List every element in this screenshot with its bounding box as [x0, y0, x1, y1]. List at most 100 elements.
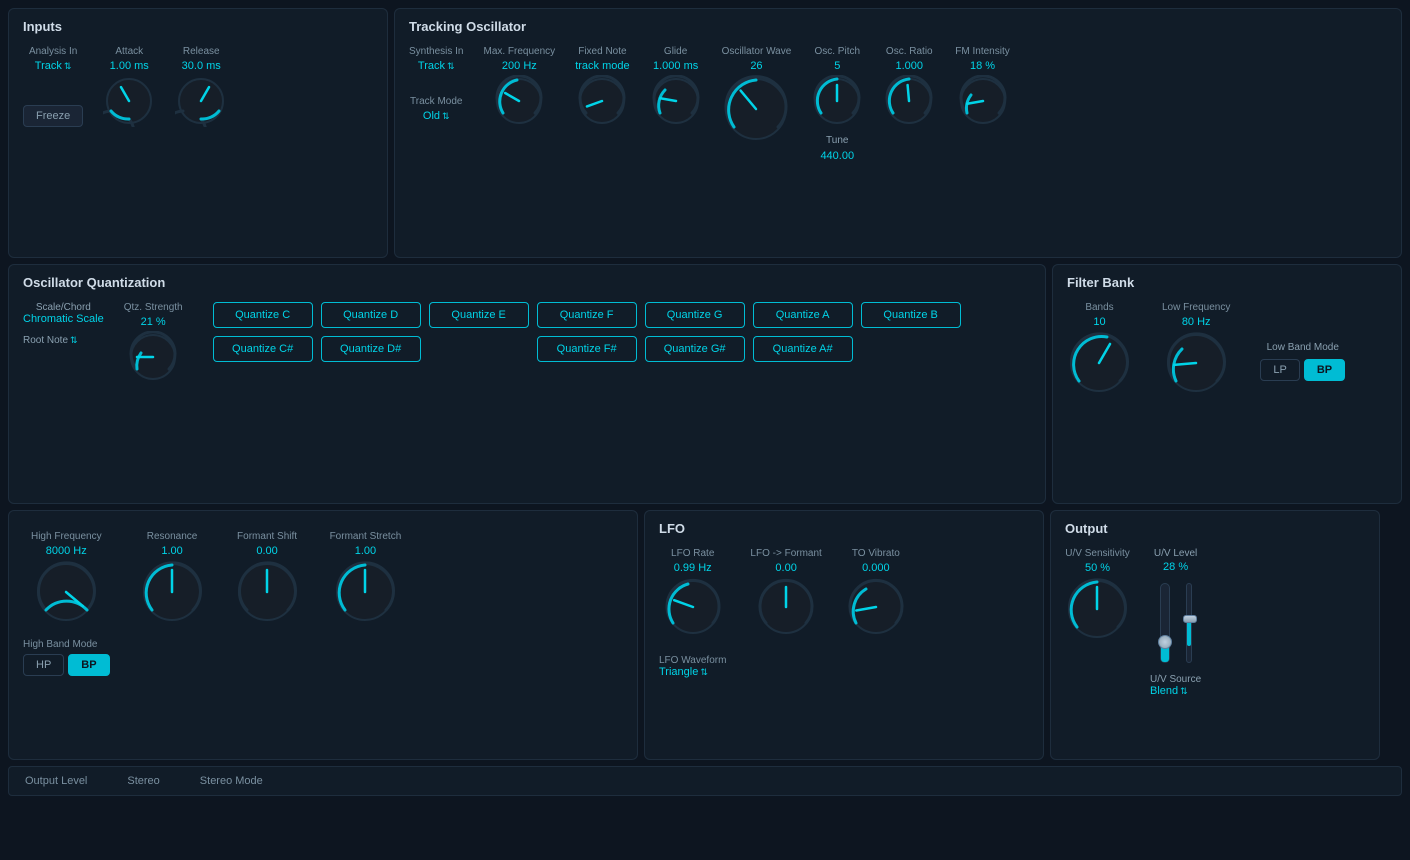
- uv-level-slider[interactable]: [1160, 583, 1170, 663]
- low-band-mode-label: Low Band Mode: [1260, 342, 1345, 353]
- quantize-c-button[interactable]: Quantize C: [213, 302, 313, 328]
- glide-value: 1.000 ms: [653, 60, 698, 72]
- glide-knob[interactable]: [650, 75, 702, 127]
- uv-source-label: U/V Source: [1150, 674, 1201, 685]
- high-freq-knob[interactable]: [34, 560, 99, 625]
- formant-stretch-value: 1.00: [355, 545, 376, 557]
- quantize-g-button[interactable]: Quantize G: [645, 302, 745, 328]
- lp-button[interactable]: LP: [1260, 359, 1299, 381]
- max-freq-knob[interactable]: [493, 75, 545, 127]
- low-freq-knob[interactable]: [1164, 331, 1229, 396]
- fixed-note-value: track mode: [575, 60, 629, 72]
- quantize-a-button[interactable]: Quantize A: [753, 302, 853, 328]
- to-vibrato-group: TO Vibrato 0.000: [846, 548, 906, 637]
- quantize-as-button[interactable]: Quantize A#: [753, 336, 853, 362]
- quantize-d-button[interactable]: Quantize D: [321, 302, 421, 328]
- osc-ratio-value: 1.000: [896, 60, 924, 72]
- fixed-note-knob[interactable]: [576, 75, 628, 127]
- lfo-title: LFO: [659, 521, 1029, 536]
- quantize-gs-button[interactable]: Quantize G#: [645, 336, 745, 362]
- root-note-arrow: ⇅: [70, 335, 78, 346]
- low-band-mode-group: Low Band Mode LP BP: [1260, 342, 1345, 381]
- low-freq-value: 80 Hz: [1182, 316, 1211, 328]
- lfo-rate-value: 0.99 Hz: [674, 562, 712, 574]
- resonance-value: 1.00: [161, 545, 182, 557]
- bp-bottom-button[interactable]: BP: [68, 654, 109, 676]
- osc-wave-knob[interactable]: [722, 75, 790, 143]
- uv-sensitivity-label: U/V Sensitivity: [1065, 548, 1129, 559]
- uv-level-slider-container: [1160, 583, 1170, 663]
- uv-level-label: U/V Level: [1154, 548, 1197, 559]
- uv-sensitivity-knob[interactable]: [1065, 577, 1130, 642]
- quantize-ds-button[interactable]: Quantize D#: [321, 336, 421, 362]
- analysis-in-group: Analysis In Track ⇅ Freeze: [23, 46, 83, 127]
- quantize-e-button[interactable]: Quantize E: [429, 302, 529, 328]
- footer: Output Level Stereo Stereo Mode: [8, 766, 1402, 796]
- osc-pitch-knob[interactable]: [811, 75, 863, 127]
- high-band-mode-group: High Band Mode HP BP: [23, 638, 110, 676]
- qtz-strength-group: Qtz. Strength 21 %: [124, 302, 183, 383]
- lfo-rate-knob[interactable]: [663, 577, 723, 637]
- filter-bottom-panel: High Frequency 8000 Hz High Band Mode HP…: [8, 510, 638, 760]
- uv-source-dropdown[interactable]: Blend ⇅: [1150, 685, 1201, 697]
- tune-value: 440.00: [820, 150, 854, 162]
- filter-bank-title: Filter Bank: [1067, 275, 1387, 290]
- release-group: Release 30.0 ms: [175, 46, 227, 127]
- output-level-footer-label: Output Level: [25, 775, 87, 787]
- quantize-b-button[interactable]: Quantize B: [861, 302, 961, 328]
- to-vibrato-value: 0.000: [862, 562, 890, 574]
- uv-sensitivity-group: U/V Sensitivity 50 %: [1065, 548, 1130, 642]
- osc-wave-group: Oscillator Wave 26: [722, 46, 792, 143]
- osc-ratio-knob[interactable]: [883, 75, 935, 127]
- high-band-mode-label: High Band Mode: [23, 639, 98, 650]
- qtz-strength-knob[interactable]: [127, 331, 179, 383]
- uv-source-value: Blend: [1150, 685, 1178, 697]
- lfo-panel: LFO LFO Rate 0.99 Hz LFO Waveform: [644, 510, 1044, 760]
- fm-intensity-knob[interactable]: [957, 75, 1009, 127]
- formant-stretch-knob[interactable]: [333, 560, 398, 625]
- quantize-fs-button[interactable]: Quantize F#: [537, 336, 637, 362]
- formant-shift-group: Formant Shift 0.00: [235, 531, 300, 625]
- fixed-note-group: Fixed Note track mode: [575, 46, 629, 127]
- attack-knob[interactable]: [103, 75, 155, 127]
- to-vibrato-knob[interactable]: [846, 577, 906, 637]
- max-freq-group: Max. Frequency 200 Hz: [483, 46, 555, 127]
- quantize-cs-button[interactable]: Quantize C#: [213, 336, 313, 362]
- formant-shift-label: Formant Shift: [237, 531, 297, 542]
- formant-stretch-label: Formant Stretch: [330, 531, 402, 542]
- lfo-formant-group: LFO -> Formant 0.00: [750, 548, 821, 637]
- lfo-waveform-label: LFO Waveform: [659, 655, 726, 666]
- scale-chord-dropdown[interactable]: Chromatic Scale: [23, 313, 104, 325]
- synthesis-in-group: Synthesis In Track ⇅: [409, 46, 463, 72]
- release-knob[interactable]: [175, 75, 227, 127]
- analysis-in-arrow: ⇅: [64, 61, 72, 72]
- attack-group: Attack 1.00 ms: [103, 46, 155, 127]
- track-mode-label: Track Mode: [410, 96, 462, 107]
- attack-label: Attack: [115, 46, 143, 57]
- fm-intensity-label: FM Intensity: [955, 46, 1009, 57]
- synthesis-in-dropdown[interactable]: Track ⇅: [418, 60, 455, 72]
- osc-pitch-group: Osc. Pitch 5: [811, 46, 863, 127]
- bp-button[interactable]: BP: [1304, 359, 1345, 381]
- lfo-waveform-dropdown[interactable]: Triangle ⇅: [659, 666, 726, 678]
- lfo-formant-knob[interactable]: [756, 577, 816, 637]
- filter-bank-panel: Filter Bank Bands 10 Low Frequency: [1052, 264, 1402, 504]
- output-title: Output: [1065, 521, 1365, 536]
- freeze-button[interactable]: Freeze: [23, 105, 83, 127]
- osc-wave-label: Oscillator Wave: [722, 46, 792, 57]
- lfo-waveform-group: LFO Waveform Triangle ⇅: [659, 654, 726, 678]
- lfo-rate-label: LFO Rate: [671, 548, 714, 559]
- fixed-note-label: Fixed Note: [578, 46, 626, 57]
- formant-shift-value: 0.00: [256, 545, 277, 557]
- resonance-knob[interactable]: [140, 560, 205, 625]
- uv-source-slider[interactable]: [1186, 583, 1192, 663]
- hp-button[interactable]: HP: [23, 654, 64, 676]
- bands-knob[interactable]: [1067, 331, 1132, 396]
- analysis-in-dropdown[interactable]: Track ⇅: [35, 60, 72, 72]
- root-note-dropdown[interactable]: Root Note ⇅: [23, 335, 104, 346]
- quantize-f-button[interactable]: Quantize F: [537, 302, 637, 328]
- track-mode-dropdown[interactable]: Old ⇅: [423, 110, 450, 122]
- analysis-in-value: Track: [35, 60, 62, 72]
- formant-shift-knob[interactable]: [235, 560, 300, 625]
- release-value: 30.0 ms: [182, 60, 221, 72]
